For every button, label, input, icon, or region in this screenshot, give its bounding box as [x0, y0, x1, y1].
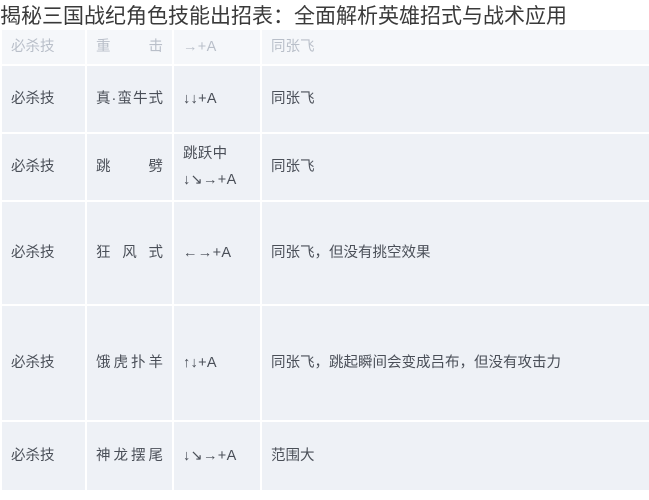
cell-note: 同张飞	[260, 64, 649, 134]
table-row: 必杀技 跳劈 跳跃中↓↘→+A 同张飞	[0, 132, 649, 202]
skill-table-container: 必杀技 重击 →+A 同张飞 必杀技 真·蛮牛式 ↓↓+A 同张飞 必杀技 跳劈…	[0, 28, 649, 492]
table-row: 必杀技 饿虎扑羊 ↑↓+A 同张飞，跳起瞬间会变成吕布，但没有攻击力	[0, 304, 649, 422]
skill-command-table: 必杀技 重击 →+A 同张飞 必杀技 真·蛮牛式 ↓↓+A 同张飞 必杀技 跳劈…	[0, 28, 649, 492]
cell-command: ↓↘→+A	[172, 420, 262, 492]
cell-type: 必杀技	[0, 28, 87, 66]
table-row: 必杀技 真·蛮牛式 ↓↓+A 同张飞	[0, 64, 649, 134]
cell-note: 同张飞，但没有挑空效果	[260, 200, 649, 306]
table-row: 必杀技 重击 →+A 同张飞	[0, 28, 649, 66]
cell-move-name: 狂风式	[85, 200, 174, 306]
cell-move-name: 真·蛮牛式	[85, 64, 174, 134]
cell-type: 必杀技	[0, 420, 87, 492]
cell-command: ↑↓+A	[172, 304, 262, 422]
cell-note: 同张飞，跳起瞬间会变成吕布，但没有攻击力	[260, 304, 649, 422]
cell-move-name: 重击	[85, 28, 174, 66]
cell-type: 必杀技	[0, 64, 87, 134]
cell-type: 必杀技	[0, 132, 87, 202]
cell-command: ←→+A	[172, 200, 262, 306]
cell-type: 必杀技	[0, 200, 87, 306]
cell-move-name: 跳劈	[85, 132, 174, 202]
cell-note: 同张飞	[260, 28, 649, 66]
cell-type: 必杀技	[0, 304, 87, 422]
table-row: 必杀技 狂风式 ←→+A 同张飞，但没有挑空效果	[0, 200, 649, 306]
cell-note: 同张飞	[260, 132, 649, 202]
cell-command: 跳跃中↓↘→+A	[172, 132, 262, 202]
cell-command: →+A	[172, 28, 262, 66]
table-body: 必杀技 重击 →+A 同张飞 必杀技 真·蛮牛式 ↓↓+A 同张飞 必杀技 跳劈…	[0, 28, 649, 492]
cell-note: 范围大	[260, 420, 649, 492]
cell-move-name: 神龙摆尾	[85, 420, 174, 492]
cell-move-name: 饿虎扑羊	[85, 304, 174, 422]
cell-command: ↓↓+A	[172, 64, 262, 134]
table-row: 必杀技 神龙摆尾 ↓↘→+A 范围大	[0, 420, 649, 492]
